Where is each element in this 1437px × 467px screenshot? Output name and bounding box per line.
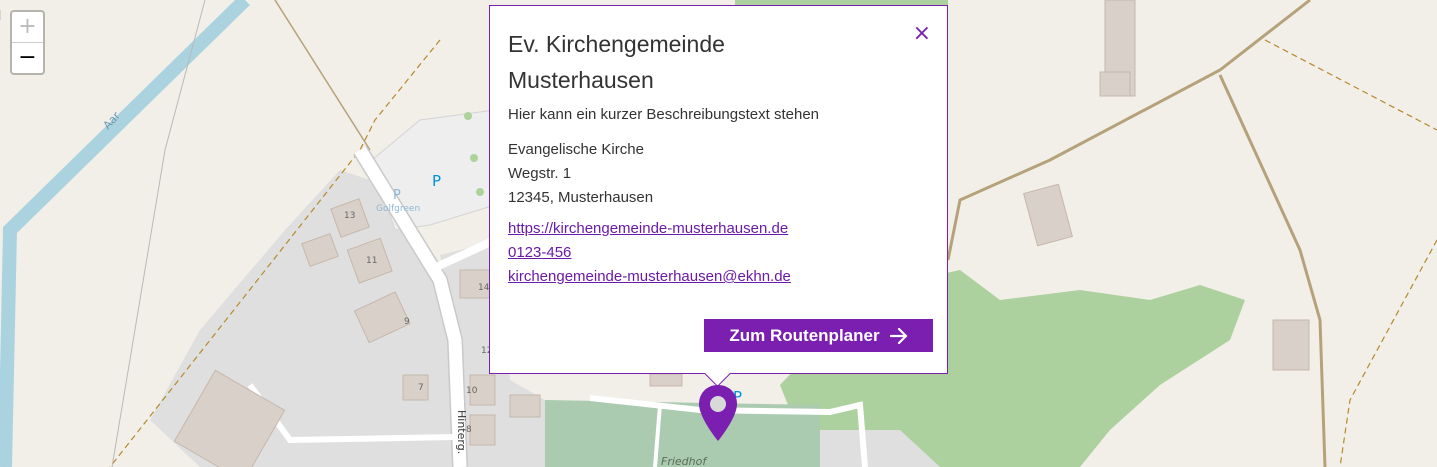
location-marker-icon[interactable] bbox=[697, 383, 739, 443]
house-number: 8 bbox=[466, 425, 472, 435]
parking-icon-faded: P bbox=[393, 188, 401, 203]
popup-title: Ev. Kirchengemeinde Musterhausen bbox=[508, 26, 888, 98]
zoom-control: + − bbox=[10, 10, 45, 75]
popup-contact-links: https://kirchengemeinde-musterhausen.de … bbox=[508, 217, 791, 289]
tree bbox=[470, 154, 478, 162]
house-number: 14 bbox=[478, 283, 490, 293]
cemetery-label: Friedhof bbox=[661, 455, 708, 467]
zoom-out-button[interactable]: − bbox=[12, 43, 43, 73]
house-number: 10 bbox=[466, 386, 478, 396]
route-planner-label: Zum Routenplaner bbox=[729, 325, 880, 345]
building-north-annex bbox=[1099, 71, 1131, 97]
parking-icon: P bbox=[432, 172, 441, 190]
building bbox=[649, 373, 683, 387]
house-number: 7 bbox=[418, 383, 424, 393]
building-8 bbox=[469, 414, 496, 446]
popup-title-line1: Ev. Kirchengemeinde bbox=[508, 31, 725, 57]
tree bbox=[476, 188, 484, 196]
address-street: Wegstr. 1 bbox=[508, 165, 572, 182]
close-icon[interactable]: × bbox=[913, 22, 931, 46]
building-east bbox=[1272, 319, 1310, 371]
phone-link[interactable]: 0123-456 bbox=[508, 241, 791, 265]
address-city: 12345, Musterhausen bbox=[508, 189, 654, 206]
popup-description: Hier kann ein kurzer Beschreibungstext s… bbox=[508, 106, 820, 123]
route-planner-button[interactable]: Zum Routenplaner bbox=[704, 319, 933, 352]
house-number: 9 bbox=[404, 317, 410, 327]
tree bbox=[464, 112, 472, 120]
popup-title-line2: Musterhausen bbox=[508, 67, 654, 93]
location-popup: Ev. Kirchengemeinde Musterhausen × Hier … bbox=[489, 5, 948, 387]
building-7 bbox=[402, 374, 429, 401]
house-number: 11 bbox=[366, 256, 377, 266]
arrow-right-icon bbox=[889, 327, 907, 344]
house-number: 13 bbox=[344, 211, 355, 221]
zoom-in-button[interactable]: + bbox=[12, 12, 43, 43]
parking-name-label: Golfgreen bbox=[376, 204, 420, 214]
address-name: Evangelische Kirche bbox=[508, 141, 644, 158]
building bbox=[509, 394, 541, 418]
popup-address: Evangelische Kirche Wegstr. 1 12345, Mus… bbox=[508, 138, 653, 210]
website-link[interactable]: https://kirchengemeinde-musterhausen.de bbox=[508, 217, 791, 241]
email-link[interactable]: kirchengemeinde-musterhausen@ekhn.de bbox=[508, 265, 791, 289]
